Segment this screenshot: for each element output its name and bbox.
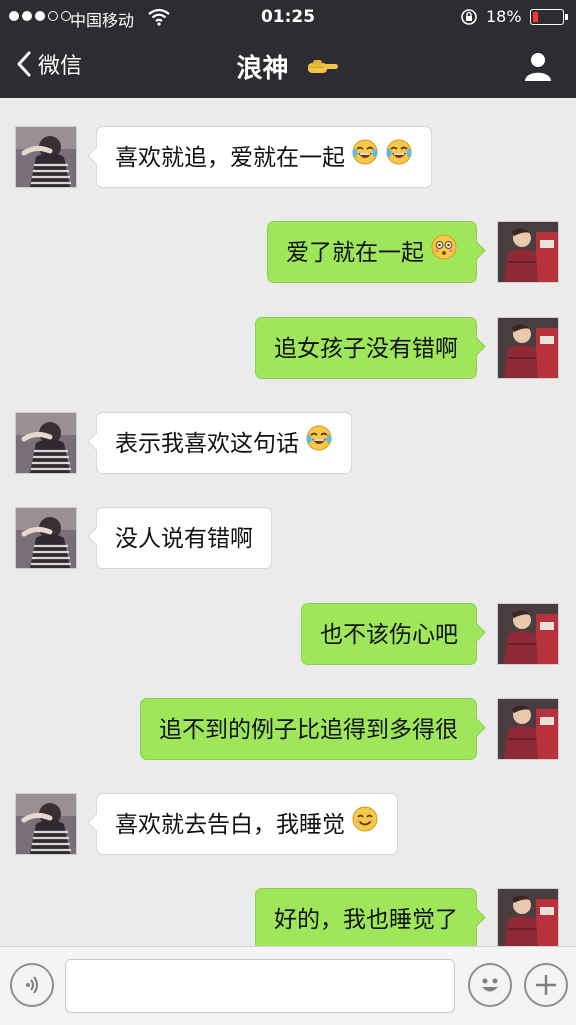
- sent-message-bubble[interactable]: 追女孩子没有错啊: [255, 317, 477, 379]
- laughing-crying-emoji: [351, 128, 379, 190]
- my-avatar[interactable]: [497, 603, 559, 665]
- sent-message-bubble[interactable]: 也不该伤心吧: [301, 603, 477, 665]
- my-avatar[interactable]: [497, 317, 559, 379]
- flushed-emoji: [430, 223, 458, 285]
- sent-message-bubble[interactable]: 好的，我也睡觉了: [255, 888, 477, 946]
- my-avatar[interactable]: [497, 221, 559, 283]
- top-bar: 中国移动 01:25 18% 微信 浪神: [0, 0, 576, 98]
- contact-avatar[interactable]: [15, 793, 77, 855]
- message-text: 好的，我也睡觉了: [274, 907, 458, 933]
- more-button[interactable]: [524, 963, 568, 1007]
- laughing-crying-emoji: [385, 128, 413, 190]
- plus-icon: [536, 975, 556, 995]
- sent-message-bubble[interactable]: 追不到的例子比追得到多得很: [140, 698, 477, 760]
- rotation-lock-icon: [461, 9, 477, 25]
- emoji-icon: [482, 978, 498, 992]
- pointing-hand-icon: [307, 59, 338, 73]
- message-text: 没人说有错啊: [115, 526, 253, 552]
- voice-icon: [26, 976, 38, 994]
- received-message-bubble[interactable]: 喜欢就去告白，我睡觉: [96, 793, 398, 855]
- my-avatar[interactable]: [497, 888, 559, 946]
- smiling-emoji: [351, 795, 379, 857]
- voice-button[interactable]: [10, 963, 54, 1007]
- sent-message-bubble[interactable]: 爱了就在一起: [267, 221, 477, 283]
- message-text: 喜欢就追，爱就在一起: [115, 145, 345, 171]
- person-icon[interactable]: [522, 50, 554, 82]
- emoji-button[interactable]: [468, 963, 512, 1007]
- status-bar: 中国移动 01:25 18%: [0, 0, 576, 34]
- message-text: 喜欢就去告白，我睡觉: [115, 812, 345, 838]
- received-message-bubble[interactable]: 喜欢就追，爱就在一起: [96, 126, 432, 188]
- contact-avatar[interactable]: [15, 507, 77, 569]
- message-text: 追女孩子没有错啊: [274, 336, 458, 362]
- battery-icon: [530, 9, 568, 25]
- received-message-bubble[interactable]: 没人说有错啊: [96, 507, 272, 569]
- laughing-crying-emoji: [305, 414, 333, 476]
- page-title: 浪神: [236, 54, 289, 84]
- my-avatar[interactable]: [497, 698, 559, 760]
- input-bar: [0, 946, 576, 1025]
- received-message-bubble[interactable]: 表示我喜欢这句话: [96, 412, 352, 474]
- contact-avatar[interactable]: [15, 126, 77, 188]
- chat-title: 浪神: [0, 48, 576, 85]
- message-input[interactable]: [65, 959, 455, 1013]
- message-text: 爱了就在一起: [286, 240, 424, 266]
- contact-avatar[interactable]: [15, 412, 77, 474]
- nav-bar: 微信 浪神: [0, 34, 576, 98]
- battery-percent: 18%: [486, 7, 522, 26]
- message-text: 也不该伤心吧: [320, 622, 458, 648]
- chat-message-list[interactable]: 喜欢就追，爱就在一起爱了就在一起追女孩子没有错啊表示我喜欢这句话 没人说有错啊也不…: [0, 98, 576, 946]
- message-text: 追不到的例子比追得到多得很: [159, 717, 458, 743]
- message-text: 表示我喜欢这句话: [115, 431, 299, 457]
